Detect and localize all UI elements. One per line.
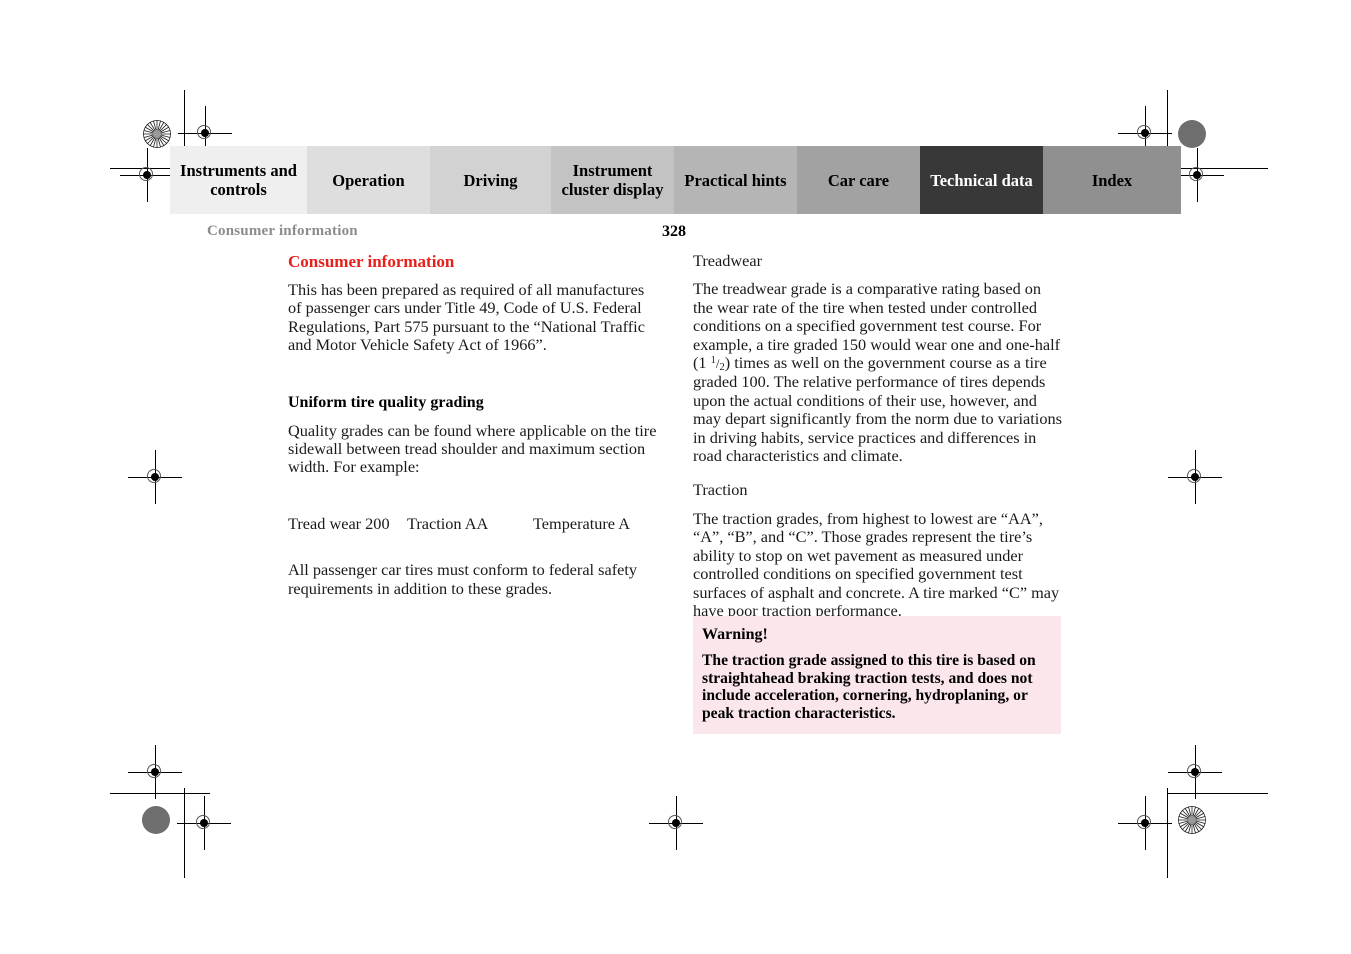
registration-mark-top-right-inner <box>1118 106 1172 160</box>
tire-grade-example-row: Tread wear 200 Traction AA Temperature A <box>288 513 660 533</box>
page-title: Consumer information <box>288 252 455 271</box>
registration-mark-top-left-inner <box>178 106 232 160</box>
tab-label: Driving <box>463 170 518 190</box>
page-number: 328 <box>662 223 686 240</box>
grade-temperature: Temperature A <box>533 513 630 533</box>
registration-mark-top-left-outer <box>120 148 174 202</box>
tab-operation[interactable]: Operation <box>307 146 430 214</box>
closing-paragraph: All passenger car tires must conform to … <box>288 560 638 598</box>
tab-driving[interactable]: Driving <box>430 146 551 214</box>
registration-mark-bottom-center <box>649 796 703 850</box>
intro-paragraph: This has been prepared as required of al… <box>288 280 645 355</box>
tab-label: Practical hints <box>684 170 787 190</box>
warning-title: Warning! <box>702 626 768 643</box>
crop-line-bottom-right-v <box>1167 788 1168 878</box>
tab-index[interactable]: Index <box>1043 146 1181 214</box>
registration-mark-middle-left <box>128 450 182 504</box>
fraction-whole: 1 <box>698 353 707 373</box>
starburst-mark-bottom-right <box>1178 806 1206 834</box>
heading-treadwear: Treadwear <box>693 251 763 270</box>
tab-label: Instrument cluster display <box>561 161 664 199</box>
subsection-title-uniform-tire-quality-grading: Uniform tire quality grading <box>288 393 484 411</box>
treadwear-text-part2: ) times as well on the government course… <box>693 353 1062 466</box>
registration-mark-bottom-left-inner <box>177 796 231 850</box>
tab-label: Operation <box>332 170 405 190</box>
tab-technical-data[interactable]: Technical data <box>920 146 1043 214</box>
running-head-chapter: Consumer information <box>207 223 358 239</box>
heading-traction: Traction <box>693 480 748 500</box>
crop-line-bottom-left-v <box>184 788 185 878</box>
right-column: Treadwear The treadwear grade is a compa… <box>693 251 1065 620</box>
tab-label: Technical data <box>930 170 1033 190</box>
traction-paragraph: The traction grades, from highest to low… <box>693 508 1060 620</box>
warning-text: The traction grade assigned to this tire… <box>702 652 1036 722</box>
registration-mark-middle-right <box>1168 450 1222 504</box>
tab-car-care[interactable]: Car care <box>797 146 920 214</box>
tab-instruments-and-controls[interactable]: Instruments and controls <box>170 146 307 214</box>
tab-instrument-cluster-display[interactable]: Instrument cluster display <box>551 146 674 214</box>
starburst-mark-top-left <box>143 120 171 148</box>
chapter-tab-bar: Instruments and controls Operation Drivi… <box>170 146 1181 214</box>
crop-line-bottom-left-h <box>110 793 210 794</box>
grading-paragraph: Quality grades can be found where applic… <box>288 420 657 477</box>
tab-practical-hints[interactable]: Practical hints <box>674 146 797 214</box>
tab-label: Instruments and controls <box>180 161 297 199</box>
manual-page: Instruments and controls Operation Drivi… <box>0 0 1351 954</box>
crop-line-bottom-right-h <box>1168 793 1268 794</box>
fraction-one-and-one-half: 1 1/2 <box>698 353 724 373</box>
density-mark-bottom-left <box>142 806 170 834</box>
density-mark-top-right <box>1178 120 1206 148</box>
tab-label: Index <box>1091 170 1133 190</box>
registration-mark-bottom-right-inner <box>1168 745 1222 799</box>
registration-mark-bottom-left-outer <box>128 745 182 799</box>
registration-mark-top-right-outer <box>1170 148 1224 202</box>
treadwear-paragraph: The treadwear grade is a comparative rat… <box>693 280 1065 465</box>
tab-label: Car care <box>827 170 890 190</box>
running-head: Consumer information 328 <box>207 223 1181 240</box>
warning-callout: Warning! The traction grade assigned to … <box>693 616 1061 735</box>
registration-mark-bottom-right-outer <box>1118 796 1172 850</box>
grade-tread-wear: Tread wear 200 <box>288 513 390 533</box>
left-column: Consumer information This has been prepa… <box>288 252 660 598</box>
grade-traction: Traction AA <box>407 513 489 533</box>
